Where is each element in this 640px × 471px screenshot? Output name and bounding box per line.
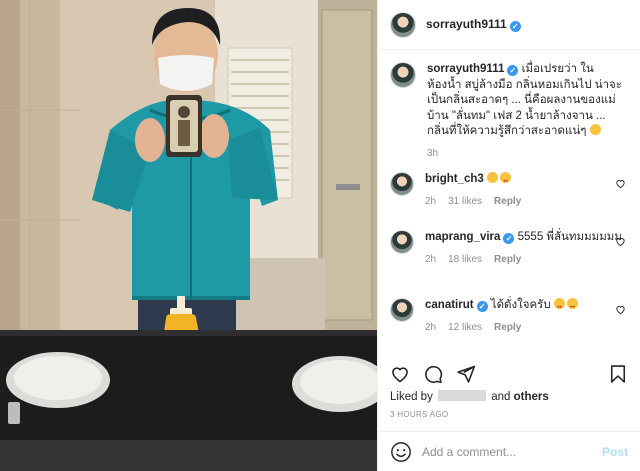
liked-by-and: and bbox=[491, 391, 511, 403]
author-avatar[interactable] bbox=[390, 62, 416, 88]
comment-item: maprang_vira ✓ 5555 พี่ลั่นทมมมมมม 2h 18 … bbox=[390, 230, 628, 298]
comment-icon[interactable] bbox=[423, 364, 443, 384]
comment-text: 5555 พี่ลั่นทมมมมมม bbox=[517, 231, 622, 243]
comment-time: 2h bbox=[425, 321, 437, 333]
grinning-face-emoji-icon bbox=[487, 172, 498, 183]
verified-badge-icon: ✓ bbox=[476, 301, 488, 313]
verified-badge-icon: ✓ bbox=[507, 65, 519, 77]
comment-username[interactable]: bright_ch3 bbox=[425, 173, 484, 185]
comment-likes[interactable]: 12 likes bbox=[448, 320, 482, 336]
commenter-avatar[interactable] bbox=[390, 172, 414, 196]
heart-icon[interactable] bbox=[390, 364, 410, 384]
smiley-icon[interactable] bbox=[390, 441, 412, 463]
verified-badge-icon: ✓ bbox=[509, 21, 521, 32]
comment-item: bright_ch3 2h 31 likes Reply bbox=[390, 172, 628, 230]
heart-eyes-emoji-icon bbox=[566, 298, 578, 315]
reply-button[interactable]: Reply bbox=[494, 194, 521, 210]
smiling-face-emoji-icon bbox=[589, 124, 601, 135]
comments-list: sorrayuth9111 ✓ เมื่อเปรยว่า ในห้องน้ำ สบ… bbox=[390, 62, 628, 354]
add-comment-bar: Post bbox=[378, 431, 640, 471]
comment-likes[interactable]: 18 likes bbox=[448, 252, 482, 268]
post-photo[interactable] bbox=[0, 0, 377, 471]
post-comment-button[interactable]: Post bbox=[602, 445, 628, 459]
comment-text: ได้ดั่งใจครับ bbox=[490, 299, 551, 311]
commenter-avatar[interactable] bbox=[390, 298, 414, 322]
commenter-avatar[interactable] bbox=[390, 230, 414, 254]
liked-by-others[interactable]: others bbox=[514, 391, 549, 403]
comment-likes[interactable]: 31 likes bbox=[448, 194, 482, 210]
author-avatar[interactable] bbox=[390, 11, 416, 38]
author-username[interactable]: sorrayuth9111 ✓ bbox=[426, 17, 521, 32]
reply-button[interactable]: Reply bbox=[494, 320, 521, 336]
verified-badge-icon: ✓ bbox=[503, 233, 515, 245]
share-icon[interactable] bbox=[456, 364, 476, 384]
post-header: sorrayuth9111 ✓ bbox=[378, 0, 640, 50]
heart-eyes-emoji-icon bbox=[500, 172, 511, 189]
post-timestamp[interactable]: 3 HOURS AGO bbox=[390, 410, 448, 419]
liked-by-hidden-user[interactable] bbox=[438, 390, 487, 401]
caption-time: 3h bbox=[427, 147, 439, 159]
like-comment-heart-icon[interactable] bbox=[615, 178, 626, 189]
bookmark-icon[interactable] bbox=[608, 364, 628, 384]
comment-username[interactable]: maprang_vira ✓ bbox=[425, 231, 515, 245]
post-actions-bar bbox=[378, 360, 640, 388]
reply-button[interactable]: Reply bbox=[494, 252, 521, 268]
post-side-panel: sorrayuth9111 ✓ sorrayuth9111 ✓ เมื่อเปรยว… bbox=[377, 0, 640, 471]
like-comment-heart-icon[interactable] bbox=[615, 304, 626, 315]
heart-eyes-emoji-icon bbox=[553, 298, 565, 315]
comment-time: 2h bbox=[425, 195, 437, 207]
liked-by-prefix: Liked by bbox=[390, 391, 433, 403]
caption-item: sorrayuth9111 ✓ เมื่อเปรยว่า ในห้องน้ำ สบ… bbox=[390, 62, 628, 172]
comment-username[interactable]: canatirut ✓ bbox=[425, 299, 488, 313]
like-comment-heart-icon[interactable] bbox=[615, 236, 626, 247]
comment-time: 2h bbox=[425, 253, 437, 265]
instagram-post-view: sorrayuth9111 ✓ sorrayuth9111 ✓ เมื่อเปรยว… bbox=[0, 0, 640, 471]
liked-by-line: Liked by and others bbox=[390, 390, 549, 403]
mirror-selfie-illustration bbox=[0, 0, 377, 471]
comment-input[interactable] bbox=[422, 444, 602, 459]
comment-item: canatirut✓ ได้ดั่งใจครับ 2h 12 likes Rep… bbox=[390, 298, 628, 354]
caption-username[interactable]: sorrayuth9111 ✓ bbox=[427, 63, 519, 77]
